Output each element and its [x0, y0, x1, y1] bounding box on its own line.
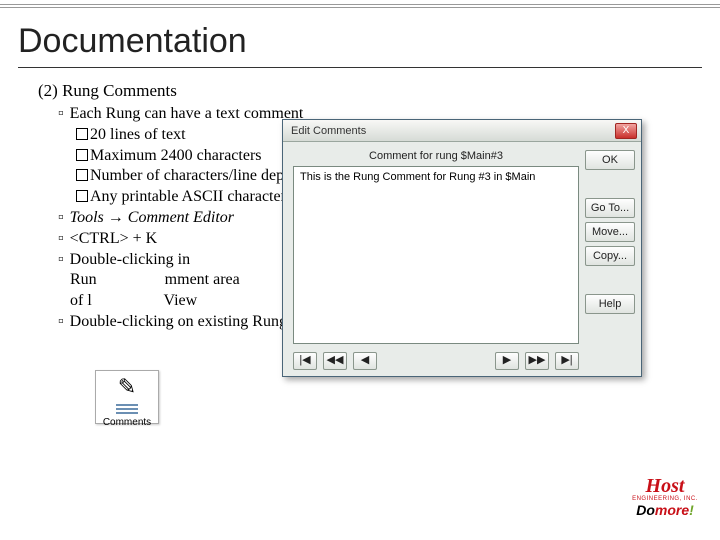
marker-small: ▫: [58, 105, 64, 122]
move-button[interactable]: Move...: [585, 222, 635, 242]
box-icon: [76, 149, 88, 161]
logo-do: Do: [636, 502, 655, 518]
pencil-icon: ✎: [96, 373, 158, 402]
comments-toolbar-icon: ✎ Comments: [95, 370, 159, 424]
section-number: (2) Rung Comments: [38, 80, 702, 102]
marker-small: ▫: [58, 251, 64, 268]
logo-host: Host: [620, 476, 710, 496]
logo-more: more: [655, 502, 689, 518]
close-button[interactable]: X: [615, 123, 637, 139]
goto-button[interactable]: Go To...: [585, 198, 635, 218]
editor-word: Comment Editor: [128, 209, 234, 226]
subbullet-text: Any printable ASCII character: [90, 188, 286, 205]
tools-word: Tools: [70, 209, 104, 226]
dialog-button-column: OK Go To... Move... Copy... Help: [585, 150, 635, 314]
dbl-text1c-prefix: of l: [70, 292, 92, 309]
box-icon: [76, 128, 88, 140]
comment-text: This is the Rung Comment for Rung #3 in …: [294, 167, 578, 187]
ok-button[interactable]: OK: [585, 150, 635, 170]
marker-small: ▫: [58, 313, 64, 330]
subbullet-text: 20 lines of text: [90, 126, 186, 143]
box-icon: [76, 169, 88, 181]
box-icon: [76, 190, 88, 202]
dbl-text1b-prefix: Run: [70, 271, 97, 288]
dbl-text1b-rest: mment area: [165, 271, 240, 288]
nav-next-button[interactable]: ▶: [495, 352, 519, 370]
marker-small: ▫: [58, 209, 64, 226]
bullet-text: Each Rung can have a text comment: [70, 105, 304, 122]
dbl-text1: Double-clicking in: [70, 251, 190, 268]
copy-button[interactable]: Copy...: [585, 246, 635, 266]
dialog-title-text: Edit Comments: [287, 125, 615, 137]
nav-fwd-button[interactable]: ▶▶: [525, 352, 549, 370]
marker-small: ▫: [58, 230, 64, 247]
nav-first-button[interactable]: |◀: [293, 352, 317, 370]
arrow-icon: →: [104, 209, 128, 226]
shortcut-text: <CTRL> + K: [70, 230, 158, 247]
logo-bang: !: [689, 502, 694, 518]
nav-row: |◀ ◀◀ ◀ ▶ ▶▶ ▶|: [293, 352, 579, 370]
comment-textarea[interactable]: This is the Rung Comment for Rung #3 in …: [293, 166, 579, 344]
dbl-text1c-rest: View: [160, 292, 197, 309]
nav-rew-button[interactable]: ◀◀: [323, 352, 347, 370]
subbullet-text: Maximum 2400 characters: [90, 147, 262, 164]
edit-comments-dialog: Edit Comments X Comment for rung $Main#3…: [282, 119, 642, 377]
dialog-body: Comment for rung $Main#3 This is the Run…: [283, 142, 641, 376]
lines-icon: [116, 404, 138, 414]
slide-top-rule: [0, 0, 720, 12]
icon-label: Comments: [96, 416, 158, 429]
comment-for-label: Comment for rung $Main#3: [293, 150, 579, 162]
help-button[interactable]: Help: [585, 294, 635, 314]
nav-prev-button[interactable]: ◀: [353, 352, 377, 370]
brand-logo: Host ENGINEERING, INC. Domore!: [620, 476, 710, 530]
nav-last-button[interactable]: ▶|: [555, 352, 579, 370]
logo-domore: Domore!: [620, 502, 710, 518]
dialog-titlebar[interactable]: Edit Comments X: [283, 120, 641, 142]
